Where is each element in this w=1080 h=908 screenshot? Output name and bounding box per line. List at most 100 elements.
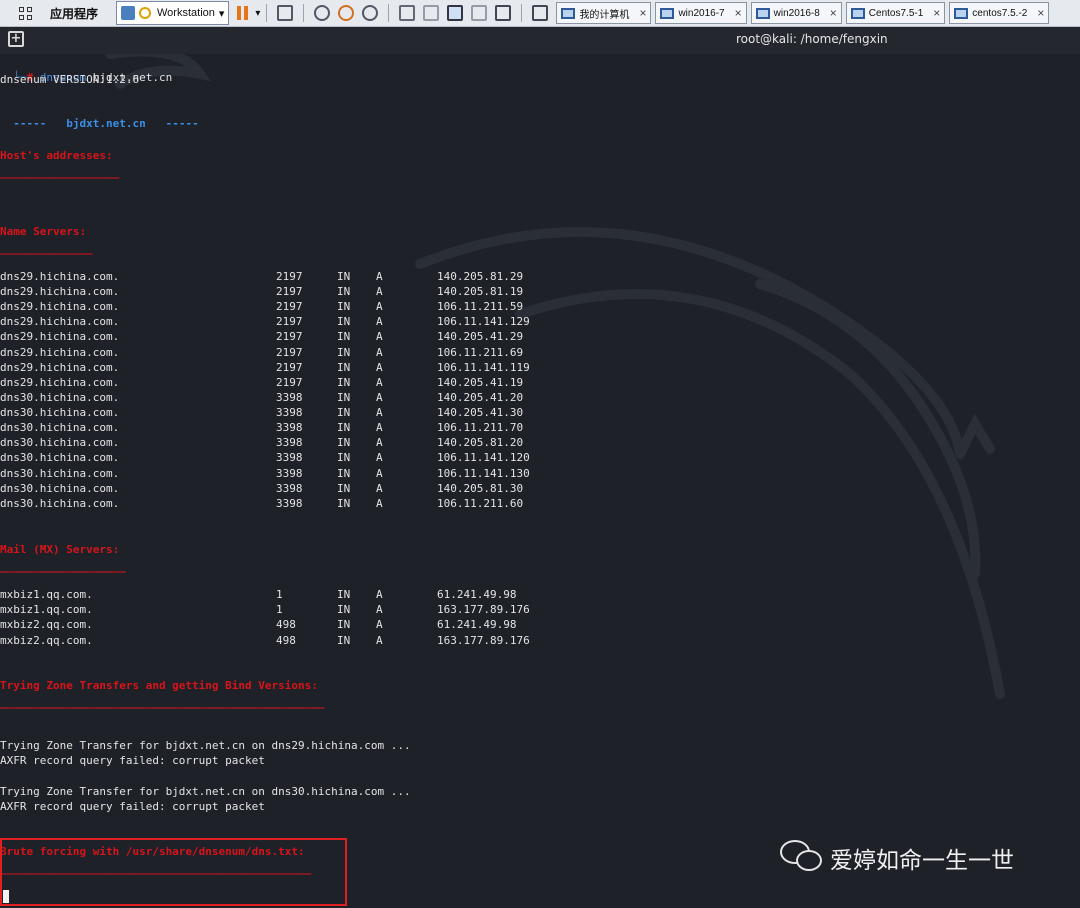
monitor-icon	[954, 7, 969, 19]
record-class: IN	[337, 285, 351, 299]
record-ip: 106.11.141.129	[437, 315, 530, 329]
record-ip: 140.205.81.20	[437, 436, 524, 450]
record-ip: 106.11.211.60	[437, 496, 524, 510]
record-type: A	[376, 406, 383, 420]
tab-label: win2016-7	[678, 7, 725, 19]
unity-icon[interactable]	[471, 5, 488, 21]
record-ttl: 498	[276, 633, 296, 647]
record-class: IN	[337, 618, 351, 632]
record-ip: 61.241.49.98	[437, 588, 517, 601]
record-host: dns30.hichina.com.	[0, 421, 120, 435]
record-host: dns30.hichina.com.	[0, 481, 120, 495]
version-line: dnsenum VERSION:1.2.6	[0, 73, 140, 86]
domain-banner: ----- bjdxt.net.cn -----	[0, 103, 198, 131]
record-host: dns30.hichina.com.	[0, 436, 120, 450]
wechat-icon	[780, 838, 826, 878]
record-type: A	[376, 390, 383, 404]
record-ttl: 1	[276, 603, 283, 617]
record-host: dns30.hichina.com.	[0, 390, 120, 404]
tab-centos7-5-2[interactable]: centos7.5.-2 ×	[949, 2, 1050, 24]
record-ttl: 3398	[276, 421, 303, 435]
record-ttl: 2197	[276, 285, 303, 299]
chevron-down-icon: ▾	[218, 7, 225, 20]
terminal-titlebar: + root@kali: /home/fengxin	[0, 27, 1080, 54]
snapshot-icon[interactable]	[314, 5, 331, 21]
record-type: A	[376, 496, 383, 510]
snapshot-manager-icon[interactable]	[362, 5, 379, 21]
record-host: dns29.hichina.com.	[0, 345, 120, 359]
apps-grid-icon[interactable]	[14, 2, 36, 24]
record-host: dns30.hichina.com.	[0, 496, 120, 510]
restore-snapshot-icon[interactable]	[338, 5, 355, 21]
tab-my-computer[interactable]: 我的计算机 ×	[556, 2, 652, 24]
pause-dropdown-icon[interactable]: ▾	[255, 8, 260, 19]
record-host: dns30.hichina.com.	[0, 406, 120, 420]
zt-fail-line: AXFR record query failed: corrupt packet	[0, 800, 265, 813]
record-type: A	[376, 603, 383, 617]
record-host: mxbiz1.qq.com.	[0, 603, 93, 617]
record-host: dns29.hichina.com.	[0, 360, 120, 374]
record-class: IN	[337, 481, 351, 495]
mx-rule: ___________________	[0, 560, 126, 573]
send-keys-icon[interactable]	[277, 5, 294, 21]
record-ip: 140.205.81.30	[437, 481, 524, 495]
sidebar-toggle-icon[interactable]	[399, 5, 416, 21]
record-ip: 106.11.211.70	[437, 421, 524, 435]
console-view-icon[interactable]	[495, 5, 512, 21]
record-host: dns29.hichina.com.	[0, 330, 120, 344]
library-icon[interactable]	[532, 5, 549, 21]
record-class: IN	[337, 406, 351, 420]
close-icon[interactable]: ×	[933, 6, 940, 20]
monitor-icon	[660, 7, 675, 19]
record-ttl: 3398	[276, 481, 303, 495]
record-type: A	[376, 270, 383, 283]
record-host: dns29.hichina.com.	[0, 270, 120, 283]
close-icon[interactable]: ×	[1037, 6, 1044, 20]
terminal-cursor[interactable]	[3, 890, 9, 903]
record-type: A	[376, 451, 383, 465]
pause-icon[interactable]	[237, 6, 251, 20]
fullscreen-icon[interactable]	[447, 5, 464, 21]
record-ttl: 2197	[276, 345, 303, 359]
record-type: A	[376, 618, 383, 632]
monitor-icon	[755, 7, 770, 19]
terminal-title: root@kali: /home/fengxin	[736, 32, 888, 46]
monitor-icon	[850, 7, 865, 19]
close-icon[interactable]: ×	[830, 6, 837, 20]
record-type: A	[376, 436, 383, 450]
record-class: IN	[337, 436, 351, 450]
record-ip: 163.177.89.176	[437, 633, 530, 647]
new-tab-icon[interactable]: +	[8, 31, 24, 47]
close-icon[interactable]: ×	[735, 6, 742, 20]
tab-label: 我的计算机	[579, 9, 630, 21]
thumbnail-icon[interactable]	[423, 5, 440, 21]
record-ttl: 3398	[276, 466, 303, 480]
record-class: IN	[337, 451, 351, 465]
domain-banner-left: -----	[13, 117, 67, 130]
record-host: dns29.hichina.com.	[0, 375, 120, 389]
tab-centos7-5-1[interactable]: Centos7.5-1 ×	[845, 2, 946, 24]
record-ip: 106.11.141.130	[437, 466, 530, 480]
record-ttl: 3398	[276, 406, 303, 420]
record-ttl: 2197	[276, 360, 303, 374]
record-ttl: 2197	[276, 300, 303, 314]
tab-win2016-7[interactable]: win2016-7 ×	[655, 2, 747, 24]
applications-menu[interactable]: 应用程序	[50, 5, 110, 22]
ns-heading: Name Servers:	[0, 225, 87, 238]
record-ip: 140.205.41.19	[437, 375, 524, 389]
record-type: A	[376, 421, 383, 435]
record-ip: 140.205.41.29	[437, 330, 524, 344]
tab-label: centos7.5.-2	[972, 7, 1028, 19]
close-icon[interactable]: ×	[639, 6, 646, 20]
record-class: IN	[337, 496, 351, 510]
zt-heading: Trying Zone Transfers and getting Bind V…	[0, 679, 318, 692]
record-host: dns29.hichina.com.	[0, 300, 120, 314]
record-class: IN	[337, 315, 351, 329]
record-ttl: 3398	[276, 451, 303, 465]
record-class: IN	[337, 421, 351, 435]
zt-rule: ________________________________________…	[0, 696, 325, 709]
tab-win2016-8[interactable]: win2016-8 ×	[750, 2, 842, 24]
workstation-menu[interactable]: Workstation ▾	[116, 1, 230, 25]
record-class: IN	[337, 390, 351, 404]
record-ttl: 2197	[276, 270, 303, 283]
